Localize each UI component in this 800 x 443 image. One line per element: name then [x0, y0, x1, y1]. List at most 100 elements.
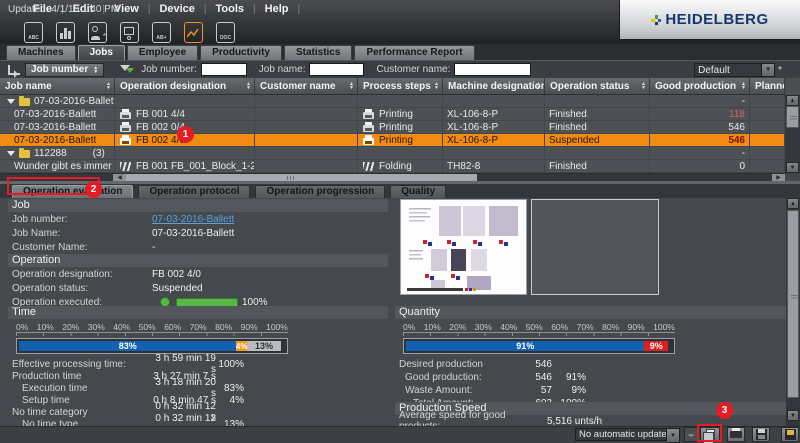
scroll-down-icon[interactable]: ▼ [786, 162, 799, 173]
time-row-percent: 100% [216, 359, 244, 370]
collapse-icon[interactable] [7, 151, 15, 156]
quantity-scale: 0%10%20%30%40%50%60%70%80%90%100% [403, 322, 675, 332]
group-by-icon[interactable] [8, 65, 20, 75]
customer-name-value: - [152, 242, 155, 253]
table-vertical-scrollbar[interactable]: ▲ ▼ [785, 95, 800, 173]
doc-report-icon[interactable]: DOC [216, 22, 235, 43]
annotation-circle-2: 2 [85, 181, 102, 198]
tab-employee[interactable]: Employee [127, 45, 198, 60]
scroll-up-icon[interactable]: ▲ [786, 95, 799, 106]
chart-report-icon[interactable] [184, 22, 203, 43]
bar-chart-icon[interactable] [56, 22, 75, 43]
menu-item-device[interactable]: Device [150, 3, 203, 15]
no-time-type-segment: 13% [247, 341, 281, 351]
waste-segment: 9% [644, 341, 668, 351]
job-number-filter-input[interactable] [201, 63, 247, 76]
tab-statistics[interactable]: Statistics [284, 45, 352, 60]
tab-jobs[interactable]: Jobs [78, 45, 125, 60]
prev-next-icon: ◂▸ [687, 431, 694, 439]
scroll-corner [785, 78, 800, 95]
toolbar: ABC * AB+ DOC [24, 20, 235, 44]
main-tab-bar: Machines Jobs Employee Productivity Stat… [0, 44, 800, 60]
compare-report-icon[interactable]: AB+ [152, 22, 171, 43]
tab-quality[interactable]: Quality [390, 185, 446, 198]
table-scroll-thumb[interactable] [786, 106, 799, 128]
scroll-down-icon[interactable]: ▼ [787, 410, 799, 421]
column-header-machine-designation[interactable]: Machine designation▲▼ [443, 78, 545, 94]
column-header-planned[interactable]: Planned [750, 78, 785, 94]
quantity-row-percent: 9% [552, 385, 586, 396]
tab-operation-progression[interactable]: Operation progression [255, 185, 385, 198]
column-header-customer-name[interactable]: Customer name▲▼ [255, 78, 358, 94]
operation-designation-value: FB 002 4/0 [152, 269, 201, 280]
operation-designation-label: Operation designation: [12, 269, 152, 280]
detail-scroll-thumb[interactable] [787, 210, 799, 398]
application-window: File| Edit| View| Device| Tools| Help| A… [0, 0, 800, 443]
folding-icon [363, 162, 374, 171]
back-side-preview-thumbnail[interactable] [531, 199, 659, 295]
prev-next-button[interactable]: ◂▸ [684, 427, 698, 442]
time-row-percent: 4% [216, 395, 244, 406]
tab-operation-protocol[interactable]: Operation protocol [138, 185, 250, 198]
tab-productivity[interactable]: Productivity [200, 45, 282, 60]
job-number-label: Job number: [12, 214, 152, 225]
operation-status-label: Operation status: [12, 283, 152, 294]
window-header: File| Edit| View| Device| Tools| Help| A… [0, 0, 800, 44]
view-preset-select[interactable]: Default [694, 63, 762, 77]
column-header-process-steps[interactable]: Process steps▲▼ [358, 78, 443, 94]
text-report-icon[interactable]: ABC [24, 22, 43, 43]
menu-item-help[interactable]: Help [256, 3, 298, 15]
annotation-circle-1: 1 [177, 126, 194, 143]
quantity-section-title: Quantity [395, 306, 787, 319]
customer-name-filter-label: Customer name: [376, 64, 450, 75]
preset-dropdown-arrow-icon[interactable]: ▼ [762, 63, 775, 77]
job-number-filter-label: Job number: [141, 64, 197, 75]
auto-update-dropdown-arrow-icon[interactable]: ▼ [667, 428, 680, 443]
save-button[interactable] [752, 427, 770, 442]
tab-machines[interactable]: Machines [6, 45, 76, 60]
time-row-label: Setup time [12, 395, 152, 406]
print-button[interactable] [727, 427, 745, 442]
sort-field-selector[interactable]: Job number ▲▼ [25, 63, 104, 77]
quantity-scale-ticks [403, 332, 675, 336]
job-name-filter-input[interactable] [309, 63, 364, 76]
column-header-good-production[interactable]: Good production▲▼ [650, 78, 750, 94]
time-row-label: Production time [12, 371, 152, 382]
customer-name-filter-input[interactable] [454, 63, 531, 76]
detail-tab-bar: Operation evaluation Operation protocol … [0, 184, 800, 198]
column-header-operation-status[interactable]: Operation status▲▼ [545, 78, 650, 94]
horizontal-scrollbar[interactable]: ◀ ▶ [0, 173, 785, 181]
heidelberg-logo-mark [651, 15, 661, 25]
sheet-preview-thumbnail[interactable] [400, 199, 527, 295]
heidelberg-logo: HEIDELBERG [619, 0, 800, 40]
table-row-group[interactable]: 07-03-2016-Ballett(3) - [0, 95, 785, 108]
printer-icon [120, 125, 131, 132]
detail-vertical-scrollbar[interactable]: ▲ ▼ [786, 198, 800, 426]
annotation-circle-3: 3 [716, 402, 733, 419]
table-row[interactable]: Wunder gibt es immer w... FB 001 FB_001_… [0, 160, 785, 173]
column-header-operation-designation[interactable]: Operation designation▲▼ [115, 78, 255, 94]
tab-performance-report[interactable]: Performance Report [354, 45, 474, 60]
time-section: Time 0%10%20%30%40%50%60%70%80%90%100% 8… [8, 306, 388, 430]
auto-update-select[interactable]: No automatic update ▼ [575, 428, 680, 443]
collapse-icon[interactable] [7, 99, 15, 104]
quantity-row-value: 546 [514, 372, 552, 383]
quantity-section: Quantity 0%10%20%30%40%50%60%70%80%90%10… [395, 306, 787, 409]
table-row-selected[interactable]: 07-03-2016-Ballett FB 002 4/0 Printing X… [0, 134, 785, 147]
export-button[interactable] [781, 427, 799, 442]
machine-icon[interactable] [120, 22, 139, 43]
time-row-label: Effective processing time: [12, 359, 152, 370]
column-header-job-name[interactable]: Job name▲▼ [0, 78, 115, 94]
user-settings-icon[interactable]: * [88, 22, 107, 43]
folding-icon [120, 162, 131, 171]
table-row-group[interactable]: 112288(3) - [0, 147, 785, 160]
job-number-link[interactable]: 07-03-2016-Ballett [152, 214, 234, 225]
table-row[interactable]: 07-03-2016-Ballett FB 001 4/4 Printing X… [0, 108, 785, 121]
table-row[interactable]: 07-03-2016-Ballett FB 002 0/4 Printing X… [0, 121, 785, 134]
printer-icon [120, 138, 131, 145]
operation-section-title: Operation [8, 254, 388, 267]
menu-item-tools[interactable]: Tools [207, 3, 254, 15]
apply-filter-icon[interactable] [120, 64, 133, 76]
job-table: 07-03-2016-Ballett(3) - 07-03-2016-Balle… [0, 95, 785, 173]
scroll-up-icon[interactable]: ▲ [787, 198, 799, 209]
